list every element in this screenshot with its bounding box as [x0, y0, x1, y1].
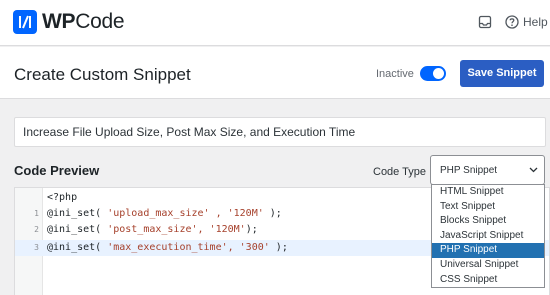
top-bar: WPCode Help: [0, 0, 550, 46]
chevron-down-icon: [529, 167, 538, 173]
code-text: @ini_set( 'max_execution_time', '300' );: [47, 242, 288, 253]
help-icon[interactable]: [505, 15, 519, 29]
selected-code-type: PHP Snippet: [440, 165, 498, 176]
option-php-snippet[interactable]: PHP Snippet: [432, 243, 544, 258]
line-number: 2: [34, 225, 39, 234]
line-number: 1: [34, 209, 39, 218]
option-blocks-snippet[interactable]: Blocks Snippet: [432, 214, 544, 229]
line-number: 3: [34, 243, 39, 252]
toggle-knob: [433, 68, 444, 79]
page-header: Create Custom Snippet Inactive Save Snip…: [0, 47, 550, 99]
brand-name: WPCode: [42, 10, 125, 33]
option-html-snippet[interactable]: HTML Snippet: [432, 185, 544, 200]
inbox-icon[interactable]: [478, 15, 492, 29]
code-text: @ini_set( 'post_max_size', '120M');: [47, 224, 258, 235]
option-javascript-snippet[interactable]: JavaScript Snippet: [432, 229, 544, 244]
snippet-title-input[interactable]: Increase File Upload Size, Post Max Size…: [14, 117, 546, 147]
code-text: <?php: [47, 192, 78, 203]
save-snippet-button[interactable]: Save Snippet: [460, 60, 544, 87]
wpcode-logo-icon: [13, 10, 37, 34]
option-universal-snippet[interactable]: Universal Snippet: [432, 258, 544, 273]
code-type-label: Code Type: [373, 166, 427, 178]
option-css-snippet[interactable]: CSS Snippet: [432, 273, 544, 288]
code-preview-label: Code Preview: [14, 163, 100, 178]
status-label: Inactive: [376, 68, 414, 80]
code-type-select[interactable]: PHP Snippet: [430, 155, 545, 185]
code-type-dropdown[interactable]: HTML Snippet Text Snippet Blocks Snippet…: [431, 184, 545, 288]
option-text-snippet[interactable]: Text Snippet: [432, 200, 544, 215]
page-title: Create Custom Snippet: [14, 65, 191, 84]
help-link[interactable]: Help: [523, 15, 548, 29]
active-toggle[interactable]: [420, 66, 446, 81]
code-text: @ini_set( 'upload_max_size' , '120M' );: [47, 208, 282, 219]
